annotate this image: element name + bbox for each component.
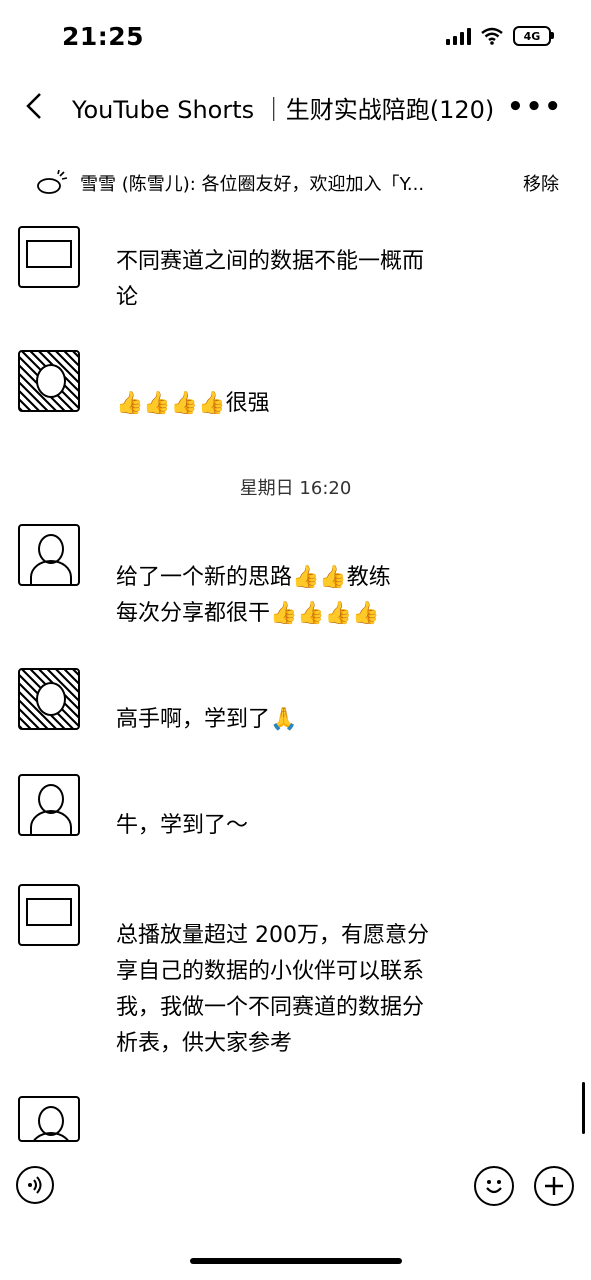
message-line: 享自己的数据的小伙伴可以联系 [116, 959, 425, 984]
avatar[interactable] [18, 774, 80, 836]
announcement-icon [37, 170, 68, 194]
avatar[interactable] [18, 884, 80, 946]
time-divider: 星期日 16:20 [239, 478, 352, 499]
avatar[interactable] [18, 668, 80, 730]
avatar[interactable] [18, 524, 80, 586]
notice-text: 雪雪 (陈雪儿): 各位圈友好，欢迎加入「Y... [80, 174, 425, 195]
scrollbar[interactable] [582, 1082, 585, 1134]
more-icon[interactable]: ••• [507, 92, 563, 122]
message-line: 不同赛道之间的数据不能一概而 [116, 249, 425, 274]
status-icons: 4G [446, 26, 554, 46]
plus-icon[interactable] [534, 1166, 574, 1206]
group-notice[interactable]: 雪雪 (陈雪儿): 各位圈友好，欢迎加入「Y... 移除 [36, 170, 559, 196]
remove-button[interactable]: 移除 [523, 170, 559, 196]
message-line: 论 [116, 285, 139, 310]
avatar[interactable] [18, 1096, 80, 1142]
avatar[interactable] [18, 350, 80, 412]
battery-icon: 4G [513, 26, 554, 46]
message-line: 析表，供大家参考 [116, 1031, 293, 1056]
message-line: 给了一个新的思路👍👍教练 [116, 565, 391, 590]
network-label: 4G [523, 29, 541, 43]
chat-title: YouTube Shorts ｜生财实战陪跑(120) [72, 96, 495, 124]
message-text: 给了一个新的思路👍👍教练 每次分享都很干👍👍👍👍 [116, 560, 496, 632]
voice-icon[interactable] [16, 1166, 54, 1204]
chevron-left-icon[interactable] [20, 88, 52, 124]
message-line: 每次分享都很干👍👍👍👍 [116, 601, 380, 626]
wifi-icon [481, 27, 503, 45]
signal-icon [446, 27, 471, 45]
message-line: 我，我做一个不同赛道的数据分 [116, 995, 425, 1020]
emoji-icon[interactable] [474, 1166, 514, 1206]
message-text: 不同赛道之间的数据不能一概而 论 [116, 244, 496, 316]
message-line: 总播放量超过 200万，有愿意分 [116, 923, 429, 948]
message-text: 👍👍👍👍很强 [116, 391, 270, 416]
message-text: 高手啊，学到了🙏 [116, 707, 298, 732]
home-indicator[interactable] [190, 1258, 402, 1264]
message-text: 牛，学到了～ [116, 813, 249, 838]
message-text: 总播放量超过 200万，有愿意分 享自己的数据的小伙伴可以联系 我，我做一个不同… [116, 918, 496, 1062]
avatar[interactable] [18, 226, 80, 288]
status-time: 21:25 [62, 22, 145, 51]
